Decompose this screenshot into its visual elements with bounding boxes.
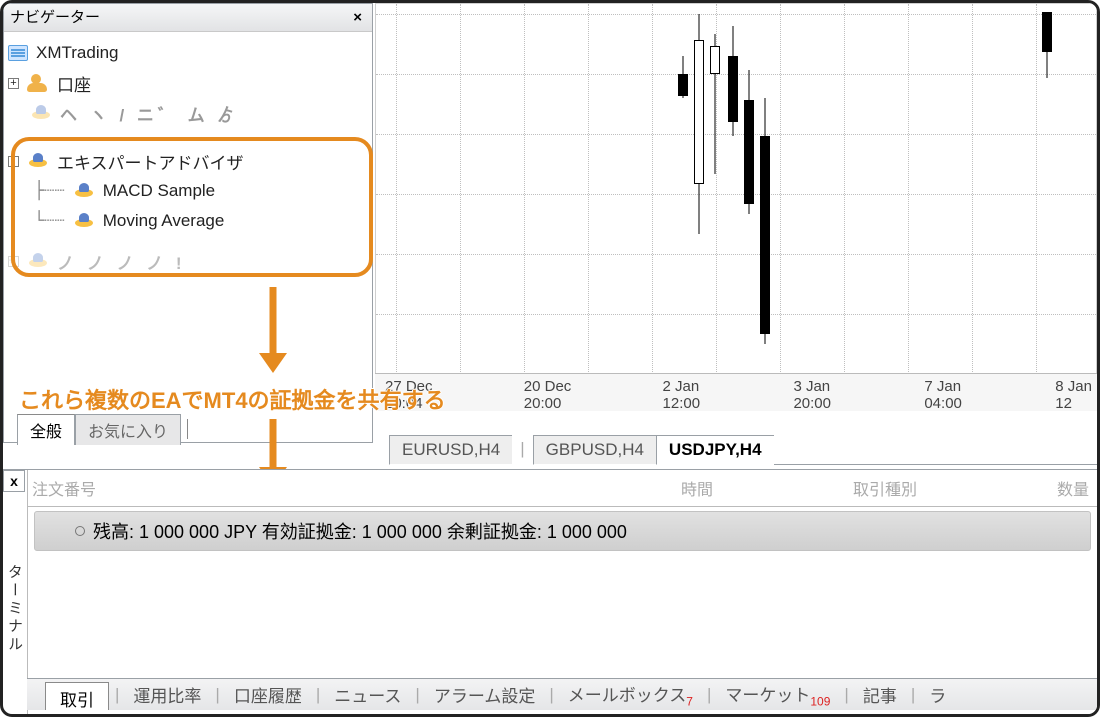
indicator-icon [30, 105, 52, 121]
chart-tabs: EURUSD,H4 | GBPUSD,H4 USDJPY,H4 [389, 433, 1097, 465]
navigator-title: ナビゲーター [10, 5, 100, 31]
nav-row-truncated: + ノ ノ ノ ノ ! [8, 246, 368, 276]
col-time[interactable]: 時間 [681, 476, 713, 500]
terminal-panel: x ターミナル 注文番号 時間 取引種別 数量 残高: 1 000 000 JP… [3, 469, 1097, 714]
terminal-tabs: 取引|運用比率|口座履歴|ニュース|アラーム設定|メールボックス7|マーケット1… [27, 678, 1097, 710]
terminal-tab[interactable]: ラ [921, 680, 954, 709]
nav-row-truncated: ヘ ヽ / ニ゛ ム ゟ [8, 98, 368, 128]
terminal-icon [8, 45, 28, 61]
ea-icon [73, 213, 95, 229]
terminal-tab[interactable]: マーケット109 [717, 679, 838, 710]
expand-icon[interactable]: + [8, 78, 19, 89]
chart-area[interactable] [375, 3, 1097, 411]
nav-ea-item[interactable]: ├┈┈ MACD Sample [8, 176, 368, 206]
expand-icon: + [8, 256, 19, 267]
nav-ea-item[interactable]: └┈┈ Moving Average [8, 206, 368, 236]
nav-root[interactable]: XMTrading [8, 38, 368, 68]
tab-separator [187, 419, 188, 439]
ea-icon [27, 153, 49, 169]
terminal-column-headers: 注文番号 時間 取引種別 数量 [28, 470, 1097, 507]
terminal-tab[interactable]: アラーム設定 [426, 680, 544, 709]
nav-ea-item-label: MACD Sample [103, 181, 215, 201]
annotation-text: これら複数のEAでMT4の証拠金を共有する [19, 383, 1087, 415]
terminal-tab[interactable]: 運用比率 [125, 680, 209, 709]
nav-accounts[interactable]: + 口座 [8, 68, 368, 98]
nav-ea-label: エキスパートアドバイザ [57, 149, 244, 174]
terminal-tab[interactable]: 取引 [45, 682, 109, 710]
navigator-tabs: 全般 お気に入り [0, 413, 377, 441]
nav-accounts-label: 口座 [57, 71, 91, 96]
script-icon [27, 253, 49, 269]
tab-favorites[interactable]: お気に入り [75, 414, 181, 445]
accounts-icon [27, 74, 49, 92]
balance-row[interactable]: 残高: 1 000 000 JPY 有効証拠金: 1 000 000 余剰証拠金… [34, 511, 1091, 551]
col-qty[interactable]: 数量 [1057, 476, 1089, 500]
navigator-panel: ナビゲーター × XMTrading + 口座 ヘ ヽ / ニ゛ ム ゟ [3, 3, 373, 443]
collapse-icon[interactable]: - [8, 156, 19, 167]
tab-general[interactable]: 全般 [17, 414, 75, 445]
terminal-tab[interactable]: 口座履歴 [226, 680, 310, 709]
nav-ea-item-label: Moving Average [103, 211, 225, 231]
terminal-tab[interactable]: 記事 [855, 680, 905, 709]
chart-tab[interactable]: EURUSD,H4 [389, 435, 512, 465]
terminal-close-icon[interactable]: x [3, 470, 25, 492]
status-dot-icon [75, 526, 85, 536]
nav-root-label: XMTrading [36, 43, 119, 63]
balance-text: 残高: 1 000 000 JPY 有効証拠金: 1 000 000 余剰証拠金… [93, 518, 627, 544]
ea-icon [73, 183, 95, 199]
terminal-tab[interactable]: メールボックス7 [560, 679, 701, 710]
close-icon[interactable]: × [349, 5, 366, 31]
terminal-title: ターミナル [1, 564, 25, 654]
col-order-no[interactable]: 注文番号 [32, 476, 96, 500]
nav-ea-group[interactable]: - エキスパートアドバイザ [8, 146, 368, 176]
navigator-titlebar[interactable]: ナビゲーター × [4, 4, 372, 32]
col-type[interactable]: 取引種別 [853, 476, 917, 500]
chart-tab-active[interactable]: USDJPY,H4 [656, 435, 774, 465]
chart-tab[interactable]: GBPUSD,H4 [533, 435, 656, 465]
terminal-tab[interactable]: ニュース [326, 680, 409, 709]
